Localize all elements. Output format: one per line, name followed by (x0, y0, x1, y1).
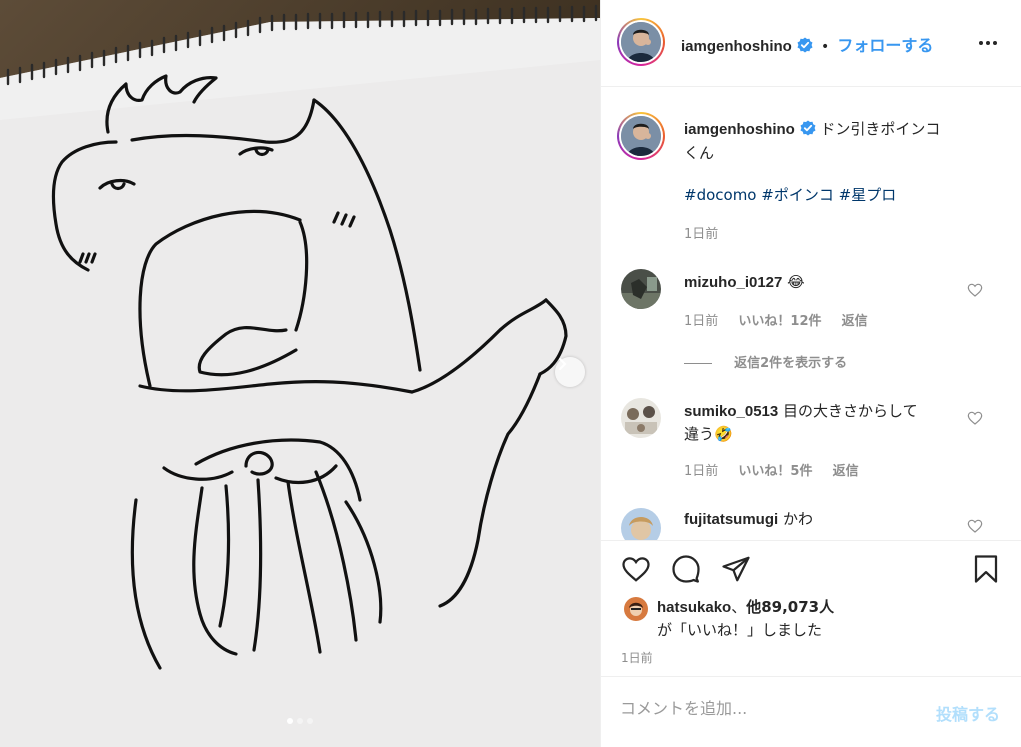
comment-timestamp[interactable]: 1日前 (684, 464, 718, 479)
caption-username[interactable]: iamgenhoshino (684, 121, 795, 138)
hashtag-link[interactable]: #星プロ (839, 186, 897, 204)
liker-avatar[interactable] (624, 597, 648, 621)
comment-input[interactable] (620, 699, 920, 718)
more-options-icon[interactable] (977, 34, 1003, 52)
post-comment-button[interactable]: 投稿する (936, 701, 1000, 725)
next-photo-button[interactable] (555, 357, 585, 387)
reply-button[interactable]: 返信 (833, 464, 859, 479)
commenter-avatar[interactable] (621, 269, 661, 309)
author-avatar[interactable] (617, 18, 665, 66)
avatar-photo-icon (621, 22, 661, 62)
comment: fujitatsumugi かわ (684, 508, 813, 531)
comment-text: かわ (782, 510, 813, 528)
comment-timestamp[interactable]: 1日前 (684, 314, 718, 329)
comment-username[interactable]: fujitatsumugi (684, 511, 778, 528)
like-heart-icon[interactable] (620, 554, 652, 584)
post-actions: hatsukako、他89,073人 が「いいね！」しました 1日前 (601, 540, 1021, 676)
header-separator: • (821, 39, 830, 55)
post-header: iamgenhoshino • フォローする (601, 0, 1021, 87)
caption: iamgenhoshino ドン引きポインコ くん (684, 118, 1004, 164)
likes-suffix: が「いいね！」しました (657, 621, 823, 639)
verified-badge-icon (800, 120, 816, 142)
comment-likes[interactable]: いいね！5件 (738, 464, 812, 479)
comment-likes[interactable]: いいね！12件 (738, 314, 821, 329)
author-username[interactable]: iamgenhoshino (681, 38, 792, 55)
reply-button[interactable]: 返信 (842, 314, 868, 329)
view-replies-label[interactable]: 返信2件を表示する (734, 356, 847, 371)
caption-hashtags: #docomo #ポインコ #星プロ (684, 184, 896, 206)
add-comment-bar: 投稿する (601, 676, 1021, 747)
comment: sumiko_0513 目の大きさからして 違う🤣 (684, 400, 974, 445)
liker-username[interactable]: hatsukako (657, 599, 731, 616)
comment-text-line1: 目の大きさからして (783, 402, 918, 420)
avatar-photo-icon (621, 398, 661, 438)
drawing-image (0, 4, 600, 747)
carousel-dot (287, 718, 293, 724)
comments-scroll-area[interactable]: iamgenhoshino ドン引きポインコ くん #docomo #ポインコ … (601, 88, 1021, 540)
comment-meta: 1日前 いいね！5件 返信 (684, 460, 859, 479)
comment-meta: 1日前 いいね！12件 返信 (684, 310, 868, 329)
comment-text: 😂 (787, 273, 805, 291)
hashtag-link[interactable]: #docomo (684, 186, 756, 204)
follow-button[interactable]: フォローする (837, 36, 933, 55)
likes-separator: 、 (731, 598, 747, 616)
view-replies-toggle[interactable]: 返信2件を表示する (684, 352, 847, 371)
comment-text-line2: 違う🤣 (684, 425, 733, 443)
avatar-photo-icon (624, 597, 648, 621)
bookmark-save-icon[interactable] (971, 553, 1001, 585)
caption-timestamp[interactable]: 1日前 (684, 223, 718, 242)
like-comment-heart-icon[interactable] (967, 518, 983, 534)
hashtag-link[interactable]: #ポインコ (761, 186, 834, 204)
chevron-right-icon (559, 358, 567, 370)
carousel-dot (307, 718, 313, 724)
avatar-photo-icon (621, 508, 661, 540)
header-title-row: iamgenhoshino • フォローする (681, 32, 933, 57)
comment: mizuho_i0127 😂 (684, 271, 805, 294)
comment-username[interactable]: mizuho_i0127 (684, 274, 782, 291)
like-comment-heart-icon[interactable] (967, 410, 983, 426)
likes-summary: hatsukako、他89,073人 が「いいね！」しました (657, 596, 1007, 641)
like-comment-heart-icon[interactable] (967, 282, 983, 298)
comment-bubble-icon[interactable] (670, 554, 702, 584)
post-timestamp[interactable]: 1日前 (621, 649, 653, 666)
caption-text-line2: くん (684, 144, 715, 162)
comment-username[interactable]: sumiko_0513 (684, 403, 778, 420)
commenter-avatar[interactable] (621, 508, 661, 540)
post-side-panel: iamgenhoshino • フォローする iamgenhoshino ドン引… (600, 0, 1021, 747)
post-photo[interactable] (0, 0, 600, 747)
avatar-photo-icon (621, 269, 661, 309)
avatar-photo-icon (621, 116, 661, 156)
caption-text-line1: ドン引きポインコ (820, 120, 941, 138)
caption-author-avatar[interactable] (617, 112, 665, 160)
verified-badge-icon (797, 37, 813, 57)
commenter-avatar[interactable] (621, 398, 661, 438)
carousel-indicator (0, 718, 600, 724)
replies-divider (684, 363, 712, 364)
carousel-dot (297, 718, 303, 724)
share-send-icon[interactable] (720, 554, 752, 584)
others-likes-count[interactable]: 他89,073人 (746, 598, 834, 616)
